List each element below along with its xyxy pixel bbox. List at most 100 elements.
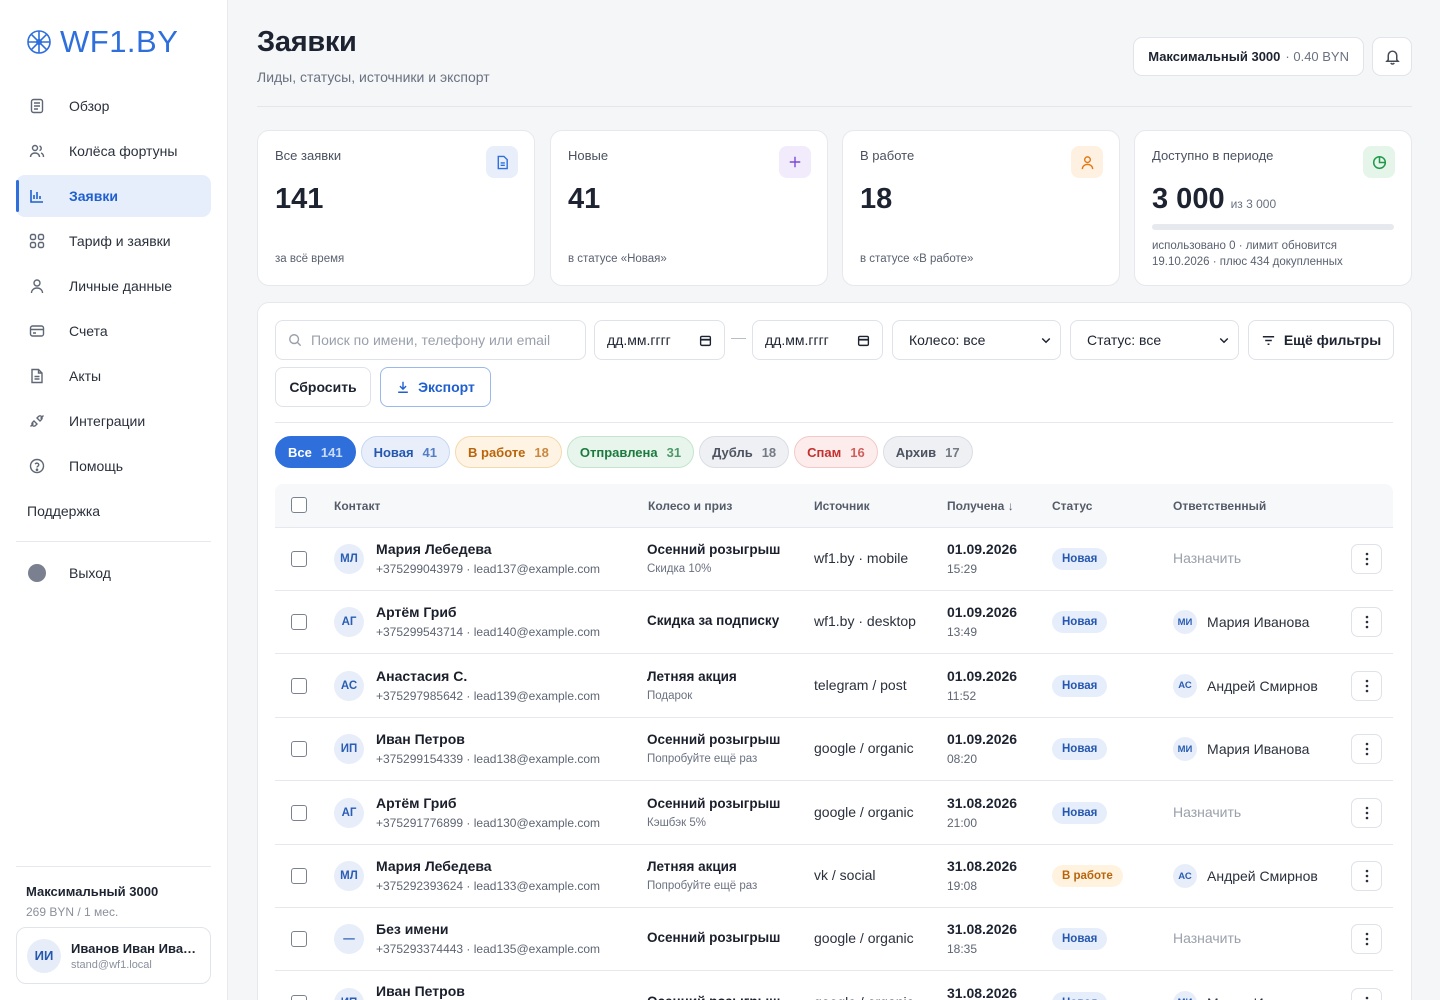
tab-count: 18	[534, 444, 549, 460]
sidebar-item-leads[interactable]: Заявки	[16, 175, 211, 217]
user-card[interactable]: ИИ Иванов Иван Иванович stand@wf1.local	[16, 927, 211, 984]
status-badge[interactable]: Новая	[1052, 674, 1108, 697]
table-row[interactable]: АС Анастасия С. +375297985642 · lead139@ex…	[275, 655, 1393, 718]
owner[interactable]: МИ Мария Иванова	[1173, 610, 1309, 635]
assign-owner-link[interactable]: Назначить	[1173, 930, 1241, 946]
status-badge[interactable]: Новая	[1052, 611, 1108, 634]
table-row[interactable]: МЛ Мария Лебедева +375292393624 · lead133@…	[275, 845, 1393, 908]
owner-name: Андрей Смирнов	[1207, 677, 1318, 694]
table-row[interactable]: МЛ Мария Лебедева +375299043979 · lead137@…	[275, 528, 1393, 591]
table-row[interactable]: АГ Артём Гриб +375291776899 · lead130@exam…	[275, 782, 1393, 845]
tab-label: Новая	[373, 444, 414, 460]
lead-source: telegram / post	[814, 676, 907, 693]
received-date: 31.08.2026	[947, 858, 1018, 874]
row-checkbox[interactable]	[291, 551, 307, 567]
logout-label: Выход	[69, 565, 111, 581]
sidebar-item-help[interactable]: Помощь	[16, 445, 211, 487]
table-row[interactable]: ИП Иван Петров Осенний розыгрыш google / or…	[275, 972, 1393, 1000]
row-actions-button[interactable]	[1351, 987, 1382, 1000]
logout-button[interactable]: Выход	[16, 552, 211, 594]
sidebar-item-support[interactable]: Поддержка	[16, 490, 211, 532]
contact-name[interactable]: Артём Гриб	[376, 795, 600, 811]
column-header-source[interactable]: Источник	[814, 499, 870, 513]
status-badge[interactable]: Новая	[1052, 738, 1108, 761]
date-to-input[interactable]: дд.мм.гггг	[752, 320, 883, 360]
contact-name[interactable]: Анастасия С.	[376, 668, 600, 684]
contact-name[interactable]: Мария Лебедева	[376, 541, 600, 557]
tab-4[interactable]: Дубль 18	[699, 436, 790, 468]
notifications-button[interactable]	[1372, 37, 1412, 76]
sidebar-footer: Максимальный 3000 269 BYN / 1 мес. ИИ Ив…	[16, 866, 211, 984]
row-actions-button[interactable]	[1351, 607, 1382, 638]
tab-3[interactable]: Отправлена 31	[566, 436, 695, 468]
status-badge[interactable]: Новая	[1052, 801, 1108, 824]
reset-button[interactable]: Сбросить	[275, 367, 371, 407]
row-actions-button[interactable]	[1351, 734, 1382, 765]
column-header-owner[interactable]: Ответственный	[1173, 499, 1266, 513]
sidebar-item-tariff[interactable]: Тариф и заявки	[16, 220, 211, 262]
column-header-wheel[interactable]: Колесо и приз	[648, 499, 732, 513]
table-row[interactable]: ИП Иван Петров +375299154339 · lead138@exa…	[275, 718, 1393, 782]
column-header-status[interactable]: Статус	[1052, 499, 1092, 513]
owner[interactable]: МИ Мария Иванова	[1173, 737, 1309, 762]
sidebar-item-overview[interactable]: Обзор	[16, 85, 211, 127]
sidebar-item-profile[interactable]: Личные данные	[16, 265, 211, 307]
assign-owner-link[interactable]: Назначить	[1173, 550, 1241, 566]
assign-owner-link[interactable]: Назначить	[1173, 804, 1241, 820]
available-limit: из 3 000	[1230, 197, 1277, 211]
date-from-input[interactable]: дд.мм.гггг	[594, 320, 725, 360]
row-actions-button[interactable]	[1351, 670, 1382, 701]
export-button[interactable]: Экспорт	[380, 367, 491, 407]
status-badge[interactable]: Новая	[1052, 548, 1108, 570]
sidebar-item-integrations[interactable]: Интеграции	[16, 400, 211, 442]
row-actions-button[interactable]	[1351, 924, 1382, 955]
table-row[interactable]: — Без имени +375293374443 · lead135@exampl…	[275, 908, 1393, 972]
contact-name[interactable]: Без имени	[376, 921, 600, 937]
tab-label: Дубль	[712, 444, 753, 460]
search-input[interactable]: Поиск по имени, телефону или email	[275, 320, 586, 360]
logo[interactable]: WF1.BY	[26, 25, 178, 59]
tab-1[interactable]: Новая 41	[360, 436, 450, 468]
wheel-select[interactable]: Колесо: все	[892, 320, 1061, 360]
owner[interactable]: МИ Мария Иванова	[1173, 990, 1309, 1000]
owner[interactable]: АС Андрей Смирнов	[1173, 673, 1318, 698]
owner[interactable]: АС Андрей Смирнов	[1173, 864, 1318, 888]
status-badge[interactable]: В работе	[1052, 865, 1123, 887]
row-actions-button[interactable]	[1351, 797, 1382, 828]
sidebar-item-wheels[interactable]: Колёса фортуны	[16, 130, 211, 172]
column-header-received[interactable]: Получена ↓	[947, 499, 1014, 513]
select-all-checkbox[interactable]	[291, 497, 307, 513]
tab-2[interactable]: В работе 18	[455, 436, 562, 468]
table-row[interactable]: АГ Артём Гриб +375299543714 · lead140@exam…	[275, 591, 1393, 655]
tab-5[interactable]: Спам 16	[794, 436, 878, 468]
status-select[interactable]: Статус: все	[1070, 320, 1239, 360]
contact-name[interactable]: Иван Петров	[376, 731, 600, 747]
avatar: ИП	[334, 734, 364, 765]
sidebar-item-label: Интеграции	[69, 413, 146, 429]
tab-6[interactable]: Архив 17	[882, 436, 973, 468]
sidebar-item-acts[interactable]: Акты	[16, 355, 211, 397]
contact-name[interactable]: Мария Лебедева	[376, 858, 600, 874]
tab-0[interactable]: Все 141	[275, 436, 356, 468]
row-actions-button[interactable]	[1351, 544, 1382, 574]
wheel-name: Осенний розыгрыш	[647, 930, 781, 946]
row-checkbox[interactable]	[291, 868, 307, 884]
plan-pill[interactable]: Максимальный 3000 · 0.40 BYN	[1133, 37, 1364, 76]
status-badge[interactable]: Новая	[1052, 991, 1108, 1000]
row-checkbox[interactable]	[291, 677, 307, 694]
row-checkbox[interactable]	[291, 931, 307, 948]
search-placeholder: Поиск по имени, телефону или email	[311, 332, 551, 348]
contact-name[interactable]: Артём Гриб	[376, 604, 600, 620]
row-checkbox[interactable]	[291, 804, 307, 821]
wheel-name: Осенний розыгрыш	[647, 994, 780, 1000]
sidebar-item-invoices[interactable]: Счета	[16, 310, 211, 352]
row-checkbox[interactable]	[291, 614, 307, 631]
contact-name[interactable]: Иван Петров	[376, 983, 465, 999]
search-icon	[289, 334, 302, 347]
more-filters-button[interactable]: Ещё фильтры	[1248, 320, 1394, 360]
status-badge[interactable]: Новая	[1052, 928, 1108, 951]
column-header-contact[interactable]: Контакт	[334, 499, 380, 513]
row-checkbox[interactable]	[291, 994, 307, 1000]
row-checkbox[interactable]	[291, 741, 307, 758]
row-actions-button[interactable]	[1351, 861, 1382, 891]
